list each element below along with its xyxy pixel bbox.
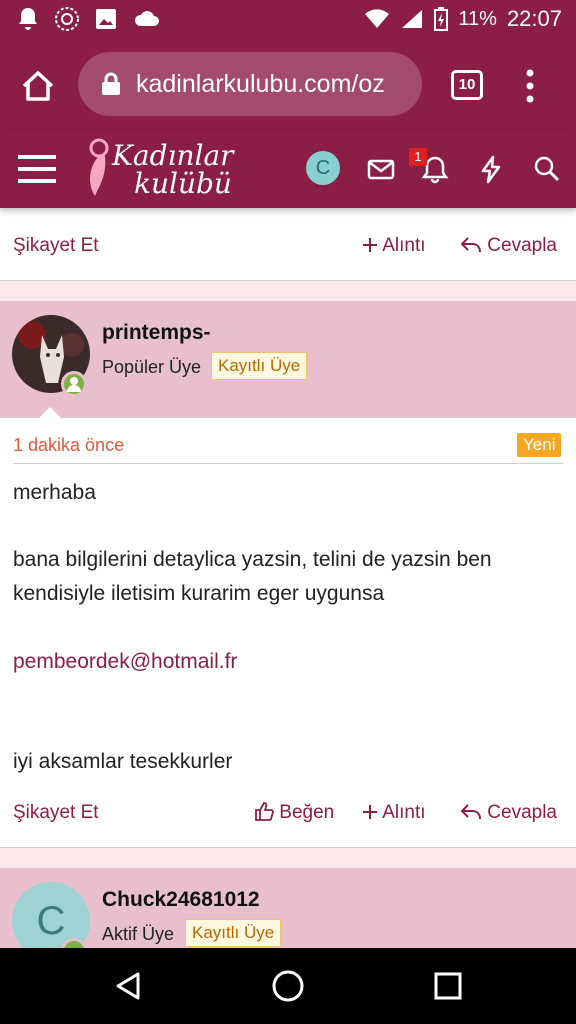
next-post-user-header: C Chuck24681012 Aktif Üye Kayıtlı Üye bbox=[0, 868, 576, 948]
post-line-4: iyi aksamlar tesekkurler bbox=[13, 750, 233, 773]
more-menu-icon[interactable] bbox=[520, 68, 540, 104]
status-bar: 11% 22:07 bbox=[0, 0, 576, 40]
logo-line1: Kadınlar bbox=[112, 139, 234, 172]
tab-switcher-button[interactable]: 10 bbox=[451, 70, 483, 100]
site-header: Kadınlar kulübü C 1 bbox=[0, 130, 576, 208]
quote-button[interactable]: Alıntı bbox=[362, 783, 426, 843]
post-username[interactable]: printemps- bbox=[102, 321, 211, 345]
plus-icon bbox=[363, 805, 377, 819]
lock-icon bbox=[102, 72, 120, 95]
prev-post-actions: Şikayet Et Alıntı Cevapla bbox=[0, 216, 576, 276]
battery-icon bbox=[434, 7, 449, 31]
prev-reply-button[interactable]: Cevapla bbox=[460, 216, 557, 276]
post-time[interactable]: 1 dakika önce bbox=[13, 435, 124, 456]
prev-report-link[interactable]: Şikayet Et bbox=[13, 216, 99, 276]
search-icon[interactable] bbox=[532, 154, 562, 184]
next-post-user-tag: Kayıtlı Üye bbox=[185, 919, 282, 947]
prev-quote-button[interactable]: Alıntı bbox=[362, 216, 426, 276]
image-icon bbox=[96, 9, 116, 29]
url-text: kadinlarkulubu.com/oz bbox=[136, 70, 385, 98]
home-icon[interactable] bbox=[18, 66, 58, 106]
reply-icon bbox=[460, 804, 481, 820]
post-line-1: merhaba bbox=[13, 481, 96, 504]
plus-icon bbox=[363, 238, 377, 252]
notification-badge: 1 bbox=[409, 148, 427, 166]
post-user-tag: Kayıtlı Üye bbox=[211, 352, 308, 380]
thumbs-up-icon bbox=[255, 802, 274, 821]
logo-line2: kulübü bbox=[134, 167, 232, 200]
mail-icon[interactable] bbox=[366, 154, 396, 184]
divider bbox=[13, 463, 563, 464]
new-badge: Yeni bbox=[517, 433, 562, 457]
report-link[interactable]: Şikayet Et bbox=[13, 783, 99, 843]
post-line-2: bana bilgilerini detaylica yazsin, telin… bbox=[13, 548, 492, 571]
logo-figure-icon bbox=[89, 138, 109, 196]
post-gap bbox=[0, 848, 576, 868]
recents-icon[interactable] bbox=[433, 971, 463, 1001]
url-bar[interactable]: kadinlarkulubu.com/oz bbox=[78, 52, 422, 116]
signal-icon bbox=[402, 10, 423, 28]
next-post-username[interactable]: Chuck24681012 bbox=[102, 888, 260, 912]
like-button[interactable]: Beğen bbox=[254, 783, 334, 843]
post-user-role: Popüler Üye bbox=[102, 357, 202, 377]
clock: 22:07 bbox=[506, 6, 562, 31]
site-logo[interactable]: Kadınlar kulübü bbox=[82, 136, 242, 202]
app-circle-icon bbox=[55, 7, 79, 31]
system-nav-bar bbox=[0, 948, 576, 1024]
browser-toolbar: kadinlarkulubu.com/oz 10 bbox=[0, 40, 576, 130]
post-gap bbox=[0, 281, 576, 301]
battery-percent: 11% bbox=[458, 7, 497, 30]
back-icon[interactable] bbox=[112, 970, 144, 1002]
hamburger-menu-icon[interactable] bbox=[18, 152, 56, 186]
lightning-icon[interactable] bbox=[476, 154, 506, 184]
post-user-header: printemps- Popüler Üye Kayıtlı Üye bbox=[0, 301, 576, 418]
notification-bell-icon bbox=[19, 8, 37, 30]
online-status-icon bbox=[61, 371, 87, 397]
post-line-3: kendisiyle iletisim kurarim eger uygunsa bbox=[13, 582, 385, 605]
user-avatar[interactable]: C bbox=[306, 151, 340, 185]
thread-content: Şikayet Et Alıntı Cevapla printemps- Pop… bbox=[0, 208, 576, 948]
cloud-icon bbox=[134, 11, 159, 26]
reply-button[interactable]: Cevapla bbox=[460, 783, 557, 843]
header-pointer bbox=[38, 407, 62, 419]
home-circle-icon[interactable] bbox=[271, 969, 305, 1003]
person-icon bbox=[67, 377, 81, 392]
post-actions: Şikayet Et Beğen Alıntı Cevapla bbox=[0, 783, 576, 843]
email-link[interactable]: pembeordek@hotmail.fr bbox=[13, 645, 237, 679]
reply-icon bbox=[460, 237, 481, 253]
next-post-user-role: Aktif Üye bbox=[102, 924, 175, 944]
wifi-icon bbox=[365, 9, 390, 28]
